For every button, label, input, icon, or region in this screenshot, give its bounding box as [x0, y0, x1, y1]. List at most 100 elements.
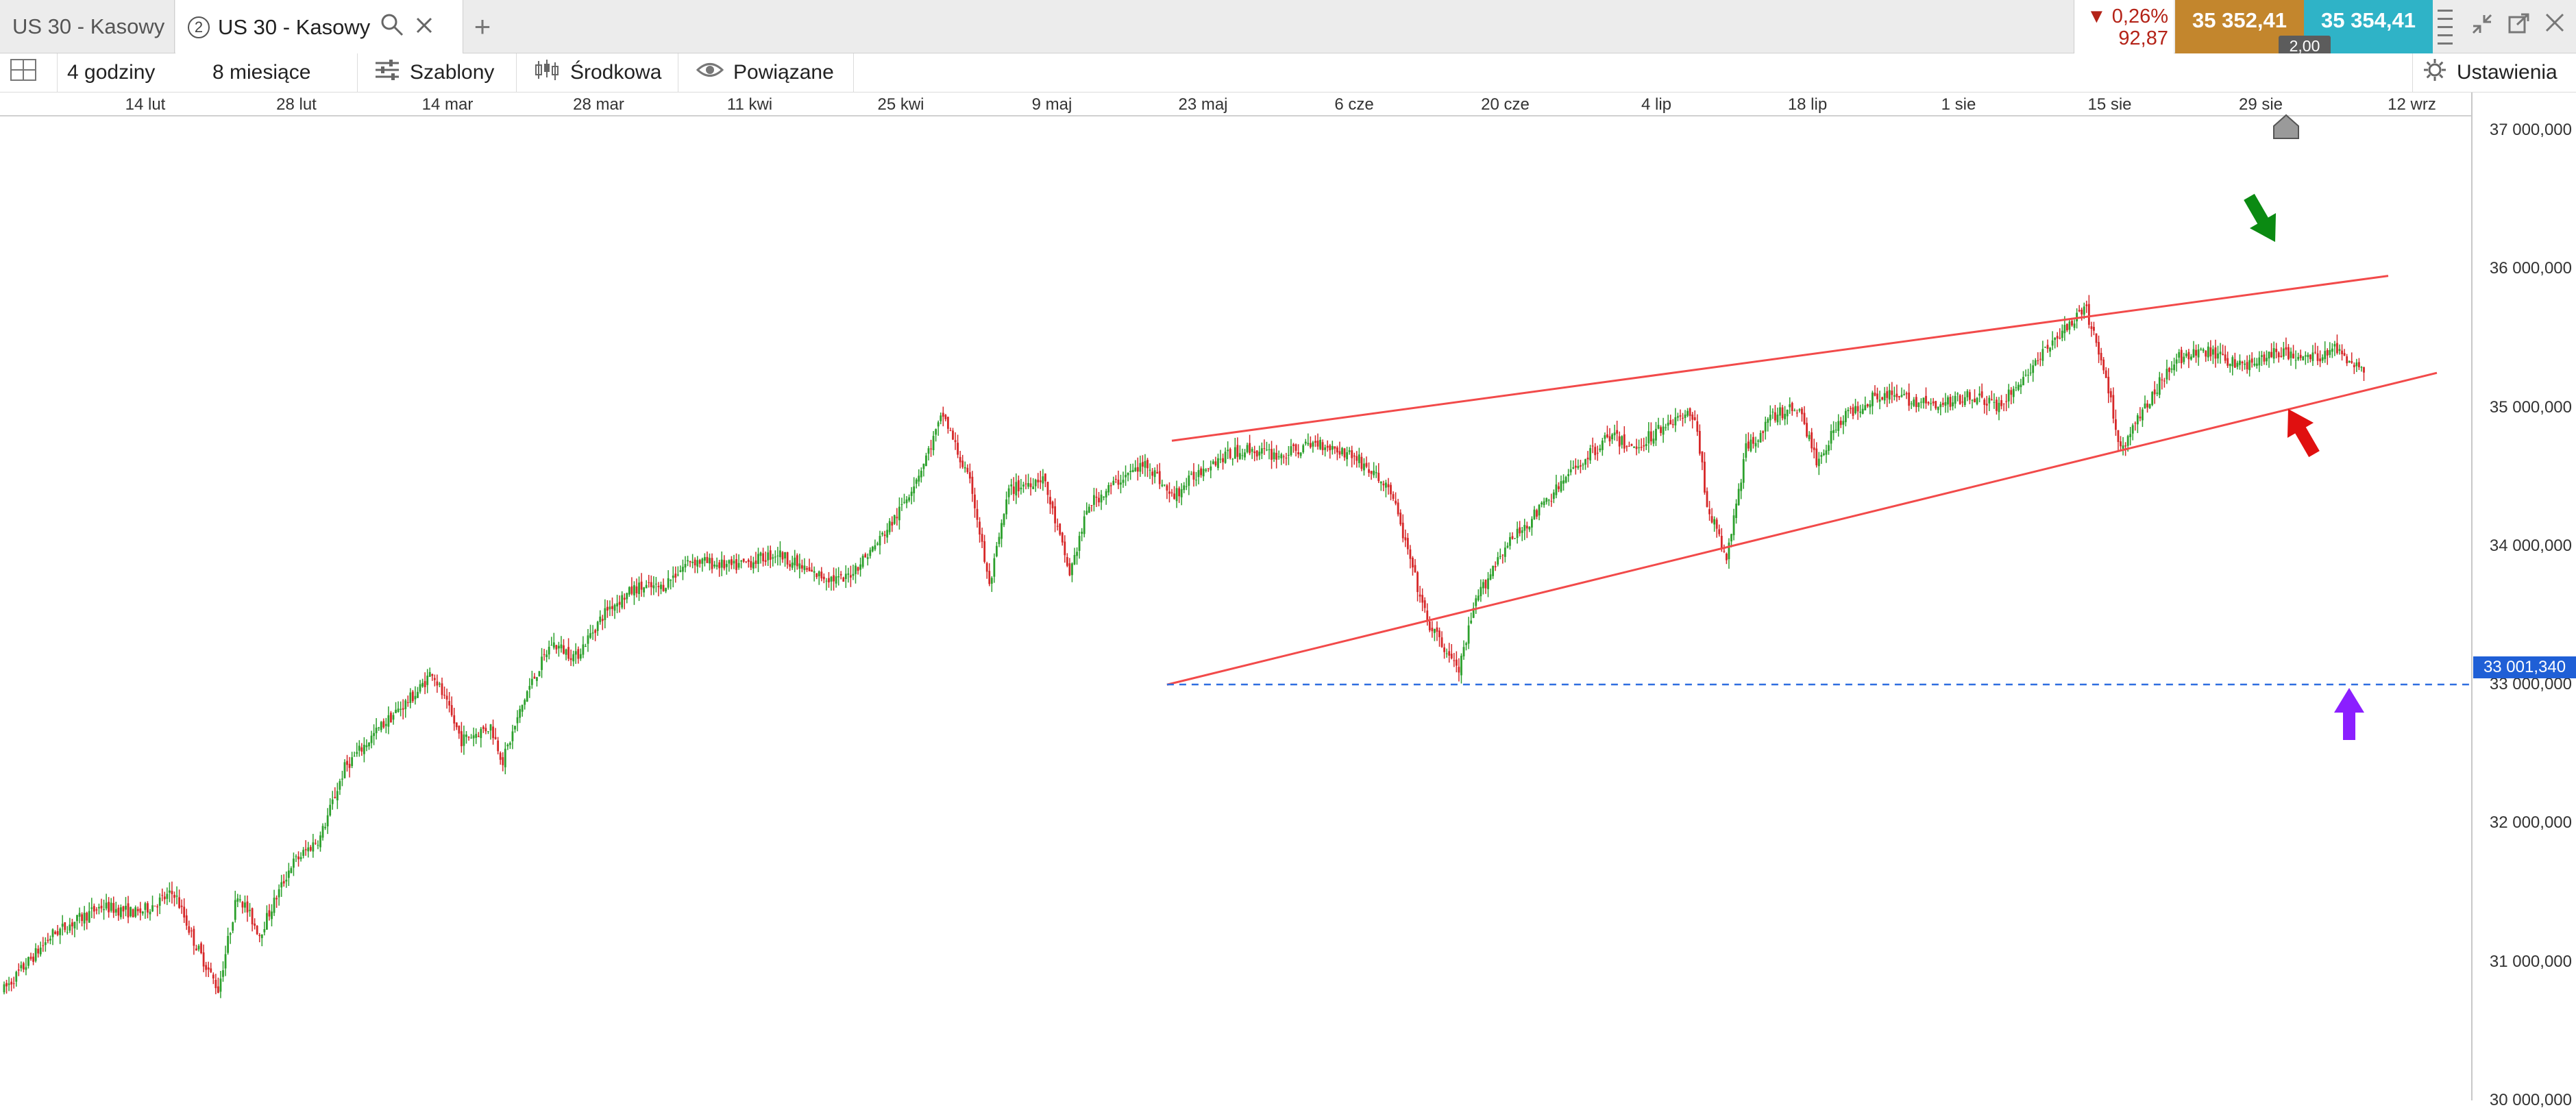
candle-body: [1231, 458, 1234, 460]
down-triangle-icon: ▼: [2087, 5, 2112, 27]
candle-body: [2039, 358, 2041, 360]
candle-body: [1387, 484, 1390, 488]
search-icon[interactable]: [380, 12, 404, 42]
candle-body: [1786, 409, 1789, 417]
price-tick-label: 37 000,000: [2489, 121, 2572, 140]
add-tab-button[interactable]: +: [467, 10, 498, 44]
lower-trendline[interactable]: [1166, 371, 2438, 686]
candle-body: [694, 559, 696, 566]
candle-body: [290, 868, 293, 874]
candle-body: [1504, 547, 1506, 557]
candle-body: [944, 415, 947, 419]
candle-body: [1689, 408, 1691, 417]
candle-body: [130, 907, 132, 917]
upper-trendline[interactable]: [1171, 275, 2389, 442]
candle-body: [1090, 504, 1093, 506]
candle-body: [879, 536, 881, 546]
candle-body: [1803, 412, 1806, 424]
now-marker-icon[interactable]: [2273, 114, 2299, 139]
candle-body: [1027, 483, 1029, 487]
candle-body: [83, 913, 86, 924]
candle-body: [2321, 357, 2324, 361]
candle-body: [2209, 347, 2212, 357]
interval-select[interactable]: 4 godziny: [58, 53, 203, 92]
candle-body: [1192, 471, 1195, 480]
price-chart[interactable]: [0, 0, 2471, 1100]
menu-icon[interactable]: [2438, 5, 2453, 52]
close-window-icon[interactable]: [2544, 12, 2565, 38]
candle-body: [1757, 440, 1759, 442]
candle-body: [246, 901, 249, 913]
price-tick-label: 34 000,000: [2489, 536, 2572, 555]
candle-body: [2205, 351, 2207, 357]
candle-body: [1723, 550, 1726, 552]
candle-body: [2358, 362, 2360, 367]
candle-body: [1577, 466, 1580, 469]
candle-body: [789, 564, 792, 567]
candle-body: [1321, 442, 1324, 451]
candle-body: [2049, 347, 2051, 352]
popout-icon[interactable]: [2507, 12, 2531, 41]
range-select[interactable]: 8 miesiące: [203, 53, 358, 92]
candle-body: [852, 574, 855, 576]
candle-body: [2190, 356, 2192, 360]
candle-body: [942, 412, 944, 417]
candle-body: [2227, 358, 2229, 366]
candle-body: [2222, 354, 2224, 356]
candle-body: [604, 608, 606, 620]
candle-body: [920, 471, 922, 478]
time-tick-label: 12 wrz: [2388, 95, 2436, 114]
candle-body: [1129, 471, 1132, 473]
candle-body: [1122, 480, 1125, 483]
candle-body: [1679, 415, 1682, 417]
candle-body: [1255, 450, 1258, 457]
candle-body: [1363, 463, 1365, 471]
candle-body: [1917, 402, 1920, 408]
candle-body: [835, 576, 837, 584]
range-label: 8 miesiące: [212, 61, 311, 84]
candle-body: [1523, 525, 1526, 531]
candle-body: [263, 929, 266, 933]
candle-body: [1020, 487, 1022, 490]
candle-body: [1412, 557, 1414, 568]
price-axis[interactable]: 30 000,000 31 000,000 32 000,000 33 000,000…: [2471, 92, 2576, 1109]
candle-body: [136, 909, 139, 911]
candle-body: [1492, 565, 1494, 576]
candle-body: [1434, 628, 1436, 633]
candle-body: [2355, 362, 2358, 367]
candle-body: [1628, 445, 1630, 447]
candle-body: [2139, 417, 2142, 419]
candle-body: [2244, 363, 2246, 365]
candle-body: [769, 550, 772, 560]
candle-body: [1482, 582, 1484, 589]
candle-body: [1351, 450, 1353, 458]
close-icon[interactable]: [415, 15, 433, 40]
candle-body: [1869, 404, 1872, 408]
linked-button[interactable]: Powiązane: [687, 53, 854, 92]
candle-body: [1643, 445, 1645, 447]
candle-body: [2297, 356, 2300, 360]
tab-us30-first[interactable]: US 30 - Kasowy: [0, 0, 175, 53]
candle-body: [1691, 415, 1694, 420]
candle-body: [2000, 400, 2002, 406]
candle-body: [2120, 441, 2122, 447]
candle-body: [295, 856, 297, 857]
candle-body: [932, 436, 935, 450]
candle-body: [329, 804, 332, 816]
candle-body: [1312, 442, 1314, 447]
tab-us30-active[interactable]: 2 US 30 - Kasowy: [175, 0, 463, 54]
settings-button[interactable]: Ustawienia: [2412, 53, 2576, 92]
candle-body: [1759, 432, 1762, 443]
candle-body: [445, 695, 448, 700]
candle-body: [431, 674, 434, 676]
candle-body: [1421, 595, 1424, 603]
templates-button[interactable]: Szablony: [365, 53, 517, 92]
candle-body: [2309, 354, 2311, 360]
layout-button[interactable]: [0, 53, 58, 92]
candle-body: [1506, 545, 1509, 548]
candle-body: [1414, 565, 1416, 573]
candle-body: [937, 422, 940, 427]
average-button[interactable]: Środkowa: [524, 53, 678, 92]
collapse-icon[interactable]: [2470, 12, 2494, 41]
candle-body: [76, 915, 78, 922]
